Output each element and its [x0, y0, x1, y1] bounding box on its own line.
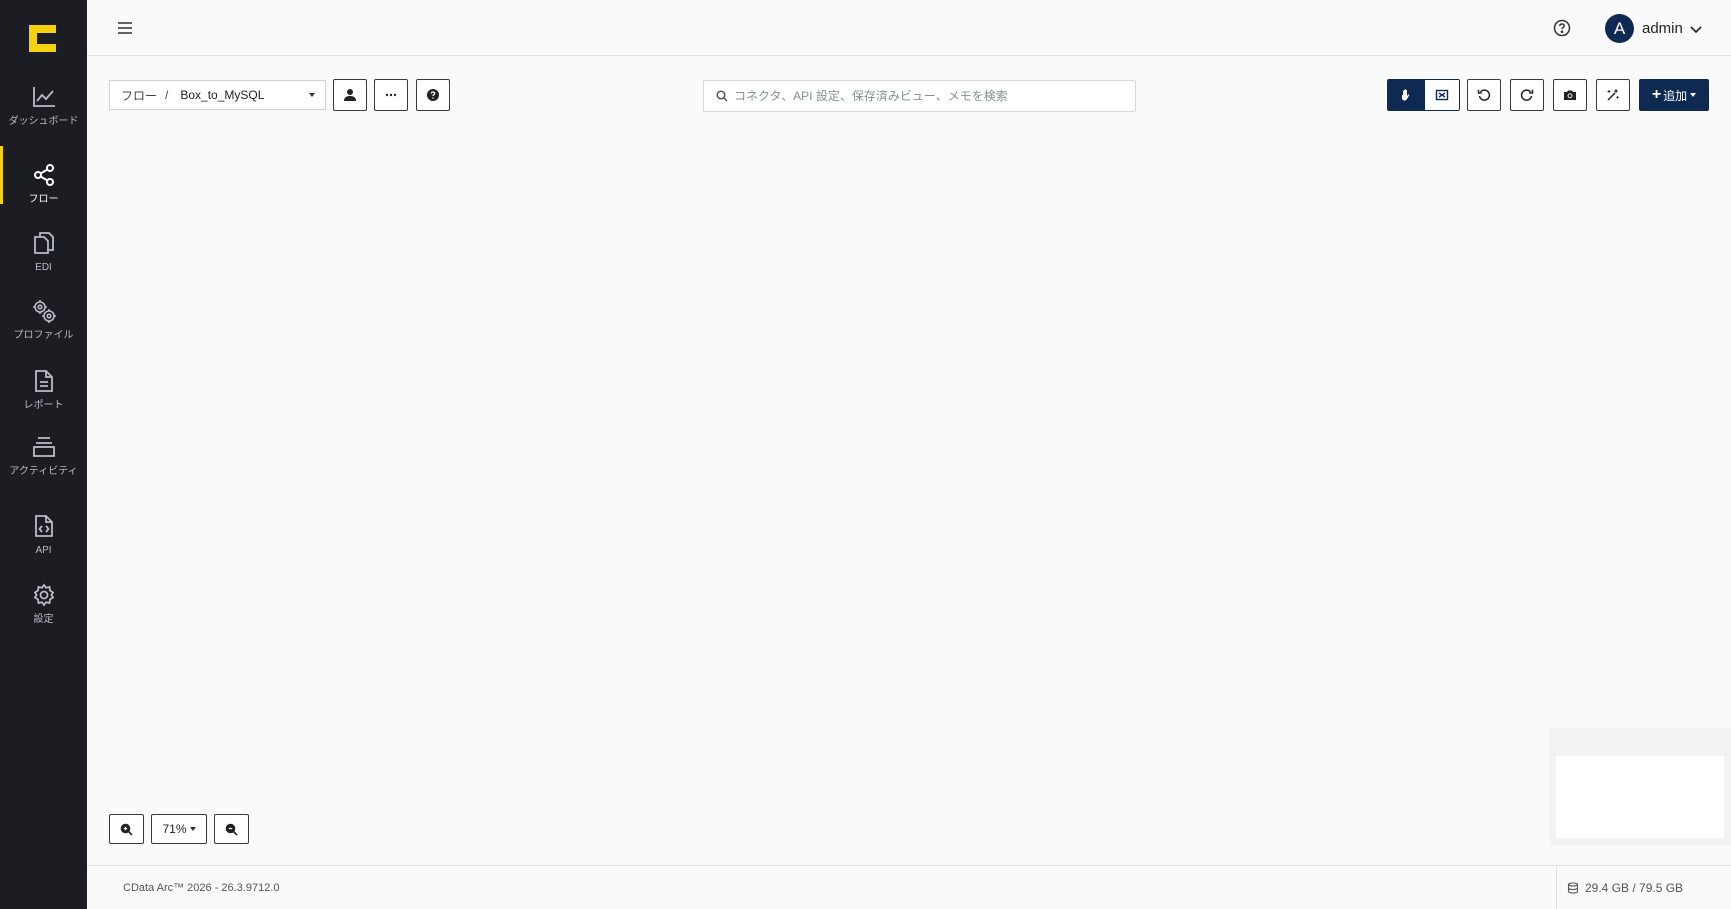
gears-icon [31, 298, 57, 324]
sidebar-item-label: アクティビティ [9, 466, 78, 477]
documents-icon [31, 230, 57, 256]
storage-usage: 29.4 GB / 79.5 GB [1556, 866, 1731, 909]
sidebar-item-label: プロファイル [13, 330, 74, 341]
ellipsis-icon [385, 93, 397, 97]
zoom-in-button[interactable] [109, 814, 144, 844]
search-box[interactable] [703, 80, 1136, 112]
breadcrumb-separator: / [165, 88, 169, 102]
zoom-out-button[interactable] [214, 814, 249, 844]
select-area-icon [1435, 89, 1448, 101]
version-text: CData Arc™ 2026 - 26.3.9712.0 [123, 882, 280, 894]
file-code-icon [31, 513, 57, 539]
file-text-icon [31, 368, 57, 394]
sidebar-item-label: 設定 [33, 614, 54, 625]
layers-icon [31, 434, 57, 460]
hamburger-menu-icon[interactable] [117, 20, 133, 36]
sidebar-item-report[interactable]: レポート [0, 368, 87, 411]
search-input[interactable] [734, 89, 1134, 103]
avatar: A [1605, 14, 1634, 43]
add-connector-button[interactable]: + 追加 [1639, 79, 1709, 111]
camera-icon [1564, 90, 1576, 100]
sidebar-item-label: レポート [23, 400, 64, 411]
cdata-logo[interactable] [29, 25, 56, 52]
auto-arrange-button[interactable] [1596, 79, 1630, 111]
flow-owner-button[interactable] [333, 79, 367, 111]
user-name: admin [1642, 20, 1683, 37]
flow-help-button[interactable] [416, 79, 450, 111]
sidebar-item-profile[interactable]: プロファイル [0, 298, 87, 341]
undo-button[interactable] [1467, 79, 1501, 111]
sidebar-item-activity[interactable]: アクティビティ [0, 434, 87, 477]
storage-text: 29.4 GB / 79.5 GB [1585, 881, 1684, 895]
hand-icon [1401, 89, 1410, 101]
database-icon [1567, 882, 1579, 894]
magic-wand-icon [1606, 88, 1620, 101]
caret-down-icon [1690, 93, 1697, 97]
zoom-level-dropdown[interactable]: 71% [151, 814, 207, 844]
sidebar-item-label: EDI [35, 262, 52, 273]
redo-button[interactable] [1510, 79, 1544, 111]
select-mode-button[interactable] [1423, 80, 1459, 110]
sidebar-item-label: ダッシュボード [8, 116, 79, 127]
redo-icon [1520, 89, 1534, 101]
footer: CData Arc™ 2026 - 26.3.9712.0 29.4 GB / … [87, 865, 1731, 909]
user-icon [344, 89, 356, 101]
sidebar-item-label: フロー [28, 194, 59, 205]
zoom-in-icon [120, 823, 133, 836]
breadcrumb-root: フロー [121, 88, 158, 103]
more-options-button[interactable] [374, 79, 408, 111]
question-circle-icon [427, 89, 439, 101]
top-header: A admin [87, 0, 1731, 56]
share-nodes-icon [31, 162, 57, 188]
flow-name: Box_to_MySQL [180, 88, 265, 102]
minimap[interactable] [1556, 756, 1724, 838]
sidebar-item-flow[interactable]: フロー [0, 146, 87, 205]
caret-down-icon [189, 827, 196, 831]
search-icon [716, 90, 728, 102]
snapshot-button[interactable] [1553, 79, 1587, 111]
pan-mode-button[interactable] [1388, 80, 1424, 110]
canvas-mode-toggle[interactable] [1387, 79, 1460, 111]
zoom-level: 71% [162, 822, 187, 836]
add-button-label: 追加 [1663, 88, 1688, 103]
sidebar-item-api[interactable]: API [0, 513, 87, 556]
help-circle-icon[interactable] [1553, 19, 1571, 37]
zoom-out-icon [225, 823, 238, 836]
undo-icon [1477, 89, 1491, 101]
sidebar: ダッシュボード フロー EDI プロファイル レポート アクティビティ API … [0, 0, 87, 909]
chevron-down-icon [1690, 25, 1702, 33]
gear-icon [31, 582, 57, 608]
flow-selector[interactable]: フロー / Box_to_MySQL [109, 80, 326, 110]
plus-icon: + [1651, 86, 1662, 103]
sidebar-item-settings[interactable]: 設定 [0, 582, 87, 625]
sidebar-item-dashboard[interactable]: ダッシュボード [0, 84, 87, 127]
caret-down-icon [309, 93, 315, 97]
flow-canvas[interactable] [87, 125, 1731, 865]
chart-line-icon [31, 84, 57, 110]
user-menu[interactable]: A admin [1605, 14, 1703, 43]
sidebar-item-label: API [35, 545, 52, 556]
sidebar-item-edi[interactable]: EDI [0, 230, 87, 273]
